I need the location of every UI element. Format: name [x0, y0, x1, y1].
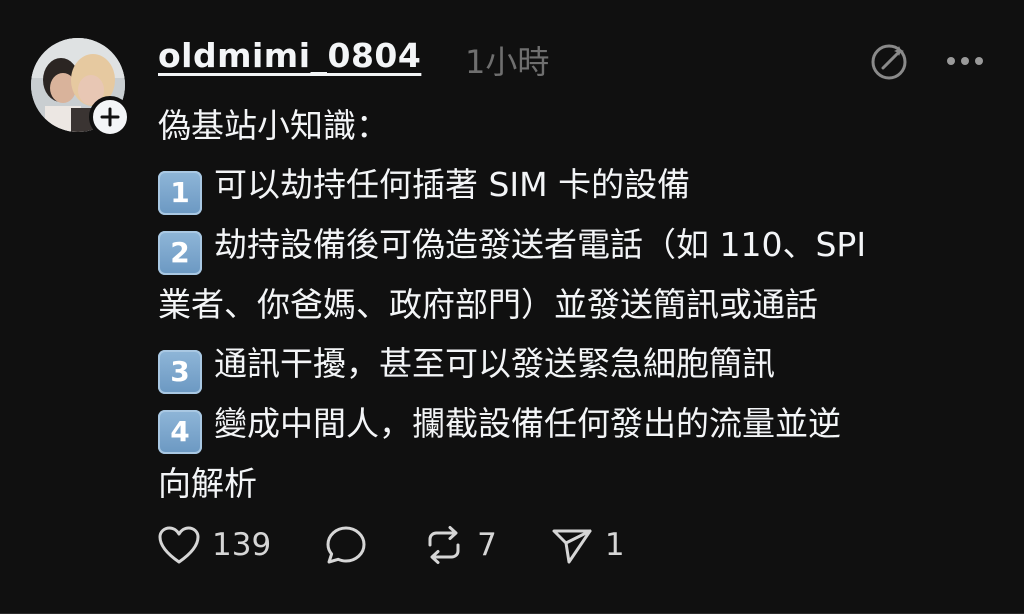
- thread-post: oldmimi_0804 1小時 偽基站小知識： 1 可以劫持任何插著 SIM 卡…: [0, 0, 1024, 614]
- keycap-4-icon: 4: [158, 410, 202, 454]
- list-item-continuation: 業者、你爸媽、政府部門）並發送簡訊或通話: [158, 285, 818, 324]
- post-body: 偽基站小知識： 1 可以劫持任何插著 SIM 卡的設備 2 劫持設備後可偽造發送者電…: [158, 96, 988, 513]
- share-button[interactable]: 1: [549, 523, 625, 567]
- list-item: 4 變成中間人，攔截設備任何發出的流量並逆: [158, 394, 988, 454]
- list-item: 2 劫持設備後可偽造發送者電話（如 110、SPI: [158, 215, 988, 275]
- action-bar: 139 7 1: [156, 518, 677, 572]
- avatar-container: [31, 38, 131, 138]
- more-options-icon: [947, 57, 983, 65]
- heart-icon: [158, 526, 200, 564]
- list-item-text: 劫持設備後可偽造發送者電話（如 110、SPI: [214, 225, 867, 264]
- reply-button[interactable]: [323, 523, 369, 567]
- repost-count: 7: [477, 527, 497, 563]
- list-item: 3 通訊干擾，甚至可以發送緊急細胞簡訊: [158, 334, 988, 394]
- repost-button[interactable]: 7: [421, 523, 497, 567]
- list-item-text: 變成中間人，攔截設備任何發出的流量並逆: [214, 404, 841, 443]
- keycap-3-icon: 3: [158, 350, 202, 394]
- ai-edit-button[interactable]: [866, 38, 912, 84]
- list-item-text: 可以劫持任何插著 SIM 卡的設備: [214, 165, 691, 204]
- username-link[interactable]: oldmimi_0804: [158, 36, 421, 75]
- like-button[interactable]: 139: [156, 524, 271, 566]
- post-timestamp: 1小時: [465, 43, 550, 81]
- comment-icon: [326, 526, 366, 564]
- like-count: 139: [212, 527, 272, 563]
- send-icon: [552, 529, 592, 564]
- list-item-continuation: 向解析: [158, 464, 257, 503]
- list-item-text: 通訊干擾，甚至可以發送緊急細胞簡訊: [214, 344, 775, 383]
- post-intro: 偽基站小知識：: [158, 106, 389, 145]
- keycap-1-icon: 1: [158, 171, 202, 215]
- list-item: 1 可以劫持任何插著 SIM 卡的設備: [158, 155, 988, 215]
- follow-button[interactable]: [89, 96, 131, 138]
- plus-icon: [100, 107, 120, 127]
- share-count: 1: [604, 527, 625, 563]
- keycap-2-icon: 2: [158, 231, 202, 275]
- more-options-button[interactable]: [942, 38, 988, 84]
- repost-icon: [428, 526, 460, 564]
- ai-edit-icon: [871, 44, 907, 80]
